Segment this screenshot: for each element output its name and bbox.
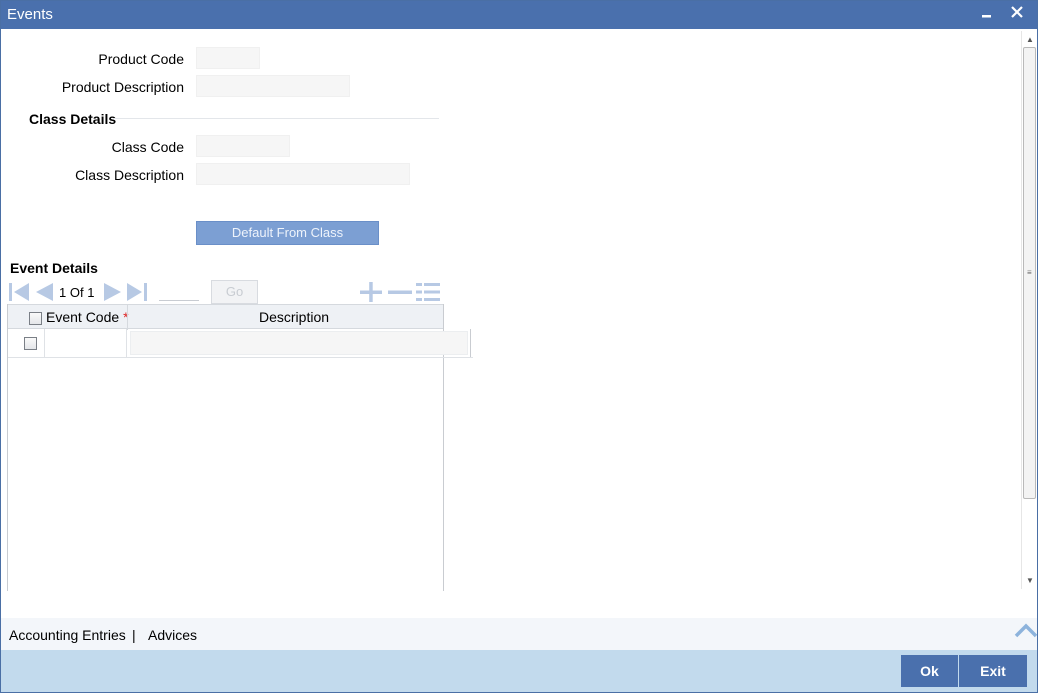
row-checkbox[interactable] bbox=[24, 337, 37, 350]
chevron-up-icon[interactable] bbox=[1014, 619, 1038, 641]
column-header-description: Description bbox=[259, 309, 330, 325]
class-description-field[interactable] bbox=[196, 163, 410, 185]
table-row bbox=[8, 329, 473, 358]
grid-header: Event Code * Description bbox=[8, 304, 443, 330]
event-details-grid: Event Code * Description bbox=[7, 304, 473, 591]
default-from-class-button[interactable]: Default From Class bbox=[196, 221, 379, 245]
event-details-title: Event Details bbox=[10, 260, 98, 276]
grip-icon: ≡ bbox=[1027, 268, 1032, 277]
scroll-down-icon[interactable]: ▼ bbox=[1026, 576, 1034, 585]
ok-button[interactable]: Ok bbox=[901, 655, 958, 687]
class-description-label: Class Description bbox=[75, 167, 184, 183]
exit-button[interactable]: Exit bbox=[959, 655, 1027, 687]
description-cell[interactable] bbox=[130, 331, 468, 355]
page-indicator: 1 Of 1 bbox=[59, 285, 94, 300]
action-bar: Ok Exit bbox=[1, 650, 1037, 692]
product-code-label: Product Code bbox=[98, 51, 184, 67]
column-header-event-code: Event Code * bbox=[46, 309, 129, 325]
page-number-input[interactable] bbox=[159, 281, 199, 301]
title-bar: Events bbox=[1, 1, 1037, 29]
next-page-icon[interactable] bbox=[102, 281, 124, 301]
row-edge bbox=[470, 329, 471, 357]
advices-link[interactable]: Advices bbox=[148, 627, 197, 643]
go-button[interactable]: Go bbox=[211, 280, 258, 304]
events-window: Events Product Code Product Description … bbox=[0, 0, 1038, 693]
class-details-divider bbox=[113, 118, 439, 119]
first-page-icon[interactable] bbox=[7, 281, 31, 301]
vertical-scrollbar[interactable]: ▲ ≡ ▼ bbox=[1021, 31, 1037, 589]
product-description-field[interactable] bbox=[196, 75, 350, 97]
product-code-field[interactable] bbox=[196, 47, 260, 69]
accounting-entries-link[interactable]: Accounting Entries bbox=[9, 627, 126, 643]
footer-links-bar: Accounting Entries | Advices bbox=[1, 618, 1038, 650]
single-view-icon[interactable] bbox=[415, 281, 441, 301]
class-code-label: Class Code bbox=[111, 139, 184, 155]
minimize-icon[interactable] bbox=[977, 3, 997, 25]
current-page: 1 bbox=[59, 285, 67, 300]
product-description-label: Product Description bbox=[61, 79, 184, 95]
close-icon[interactable] bbox=[1007, 3, 1027, 25]
link-separator: | bbox=[132, 627, 136, 643]
total-pages: 1 bbox=[87, 285, 95, 300]
scroll-up-icon[interactable]: ▲ bbox=[1026, 35, 1034, 44]
scrollbar-thumb[interactable]: ≡ bbox=[1023, 47, 1036, 499]
previous-page-icon[interactable] bbox=[33, 281, 55, 301]
class-code-field[interactable] bbox=[196, 135, 290, 157]
page-of-label: Of bbox=[69, 285, 84, 300]
class-details-title: Class Details bbox=[29, 111, 117, 127]
event-code-cell[interactable] bbox=[44, 329, 127, 357]
delete-row-icon[interactable] bbox=[387, 281, 413, 301]
last-page-icon[interactable] bbox=[125, 281, 149, 301]
select-all-checkbox[interactable] bbox=[29, 312, 42, 325]
window-title: Events bbox=[7, 6, 53, 23]
column-separator bbox=[127, 305, 128, 330]
add-row-icon[interactable] bbox=[359, 281, 383, 302]
